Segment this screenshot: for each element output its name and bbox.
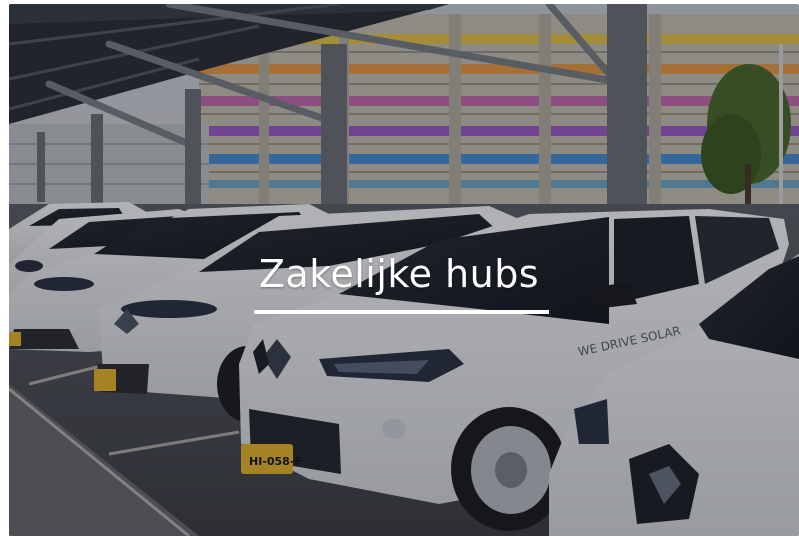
hero-title[interactable]: Zakelijke hubs xyxy=(244,248,554,300)
hero-heading[interactable]: Zakelijke hubs xyxy=(244,248,554,320)
hero-card[interactable]: HI-058-F WE DRIVE SOLAR Zakelijke hubs xyxy=(0,0,799,538)
title-underline xyxy=(254,310,549,314)
